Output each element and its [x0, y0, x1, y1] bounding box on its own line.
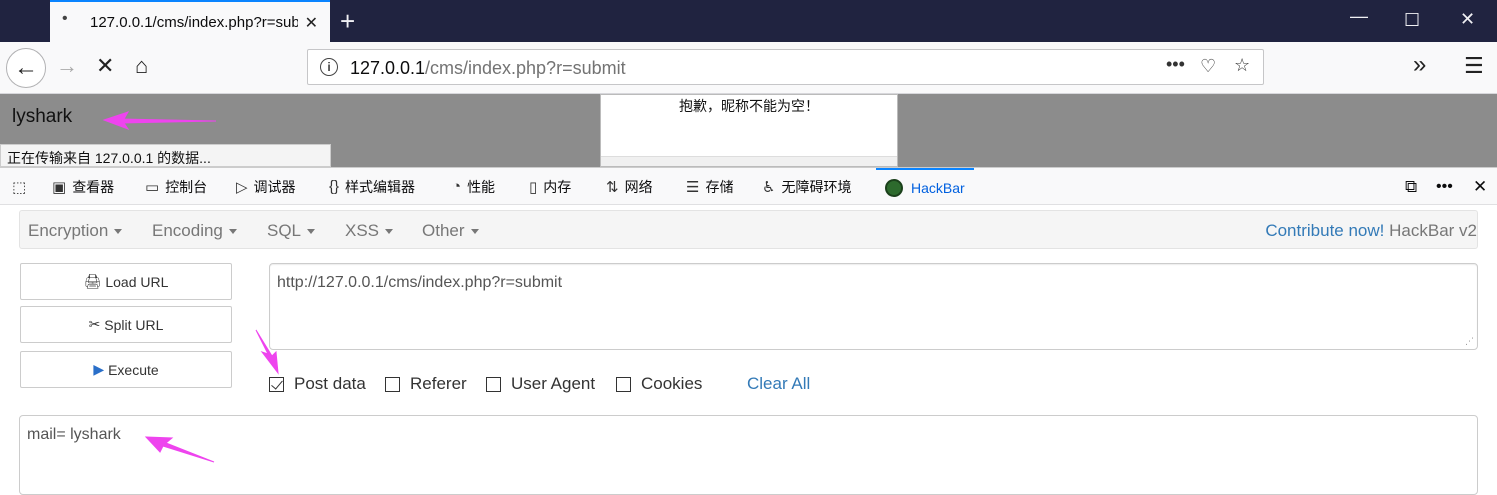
annotation-arrows	[102, 111, 279, 463]
annotation-arrow-postvalue	[144, 436, 215, 463]
annotation-arrow-username	[102, 111, 217, 131]
annotation-arrow-postdata	[255, 329, 279, 375]
